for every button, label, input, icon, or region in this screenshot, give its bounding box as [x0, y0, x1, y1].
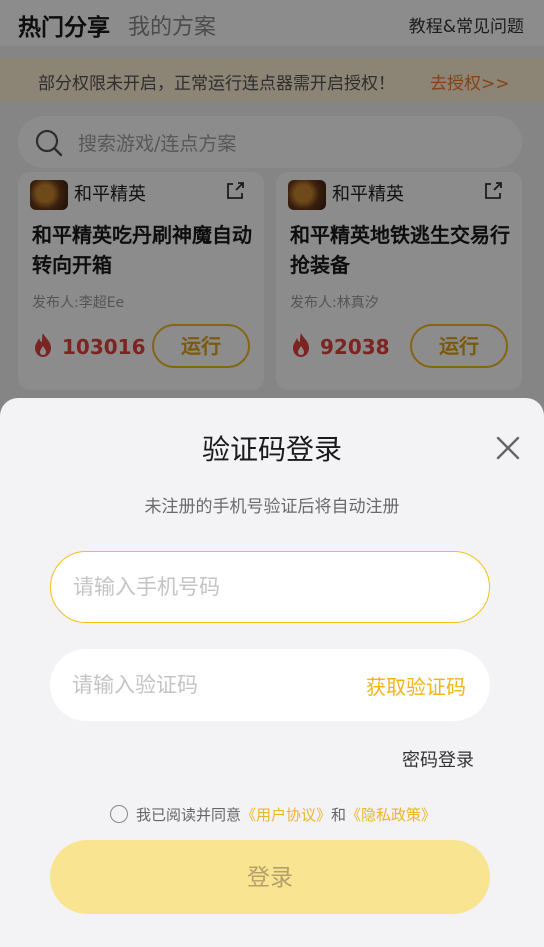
login-sheet: 验证码登录 未注册的手机号验证后将自动注册 获取验证码 密码登录 我已阅读并同意…: [0, 398, 544, 947]
sheet-title: 验证码登录: [201, 433, 342, 466]
close-icon[interactable]: [494, 434, 522, 462]
privacy-policy-link[interactable]: 《隐私政策》: [346, 806, 436, 824]
agree-and: 和: [331, 806, 347, 824]
get-code-button[interactable]: 获取验证码: [366, 671, 466, 700]
phone-input[interactable]: [73, 552, 469, 622]
password-login-link[interactable]: 密码登录: [402, 746, 474, 772]
login-button[interactable]: 登录: [50, 840, 490, 914]
code-input[interactable]: [72, 649, 332, 721]
phone-field[interactable]: [50, 551, 490, 623]
user-agreement-link[interactable]: 《用户协议》: [241, 806, 331, 824]
agree-radio[interactable]: [110, 805, 128, 823]
agreement-text: 我已阅读并同意《用户协议》和《隐私政策》: [136, 804, 436, 825]
code-field[interactable]: 获取验证码: [50, 649, 490, 721]
agree-prefix: 我已阅读并同意: [136, 806, 242, 824]
sheet-subtitle: 未注册的手机号验证后将自动注册: [144, 497, 400, 517]
